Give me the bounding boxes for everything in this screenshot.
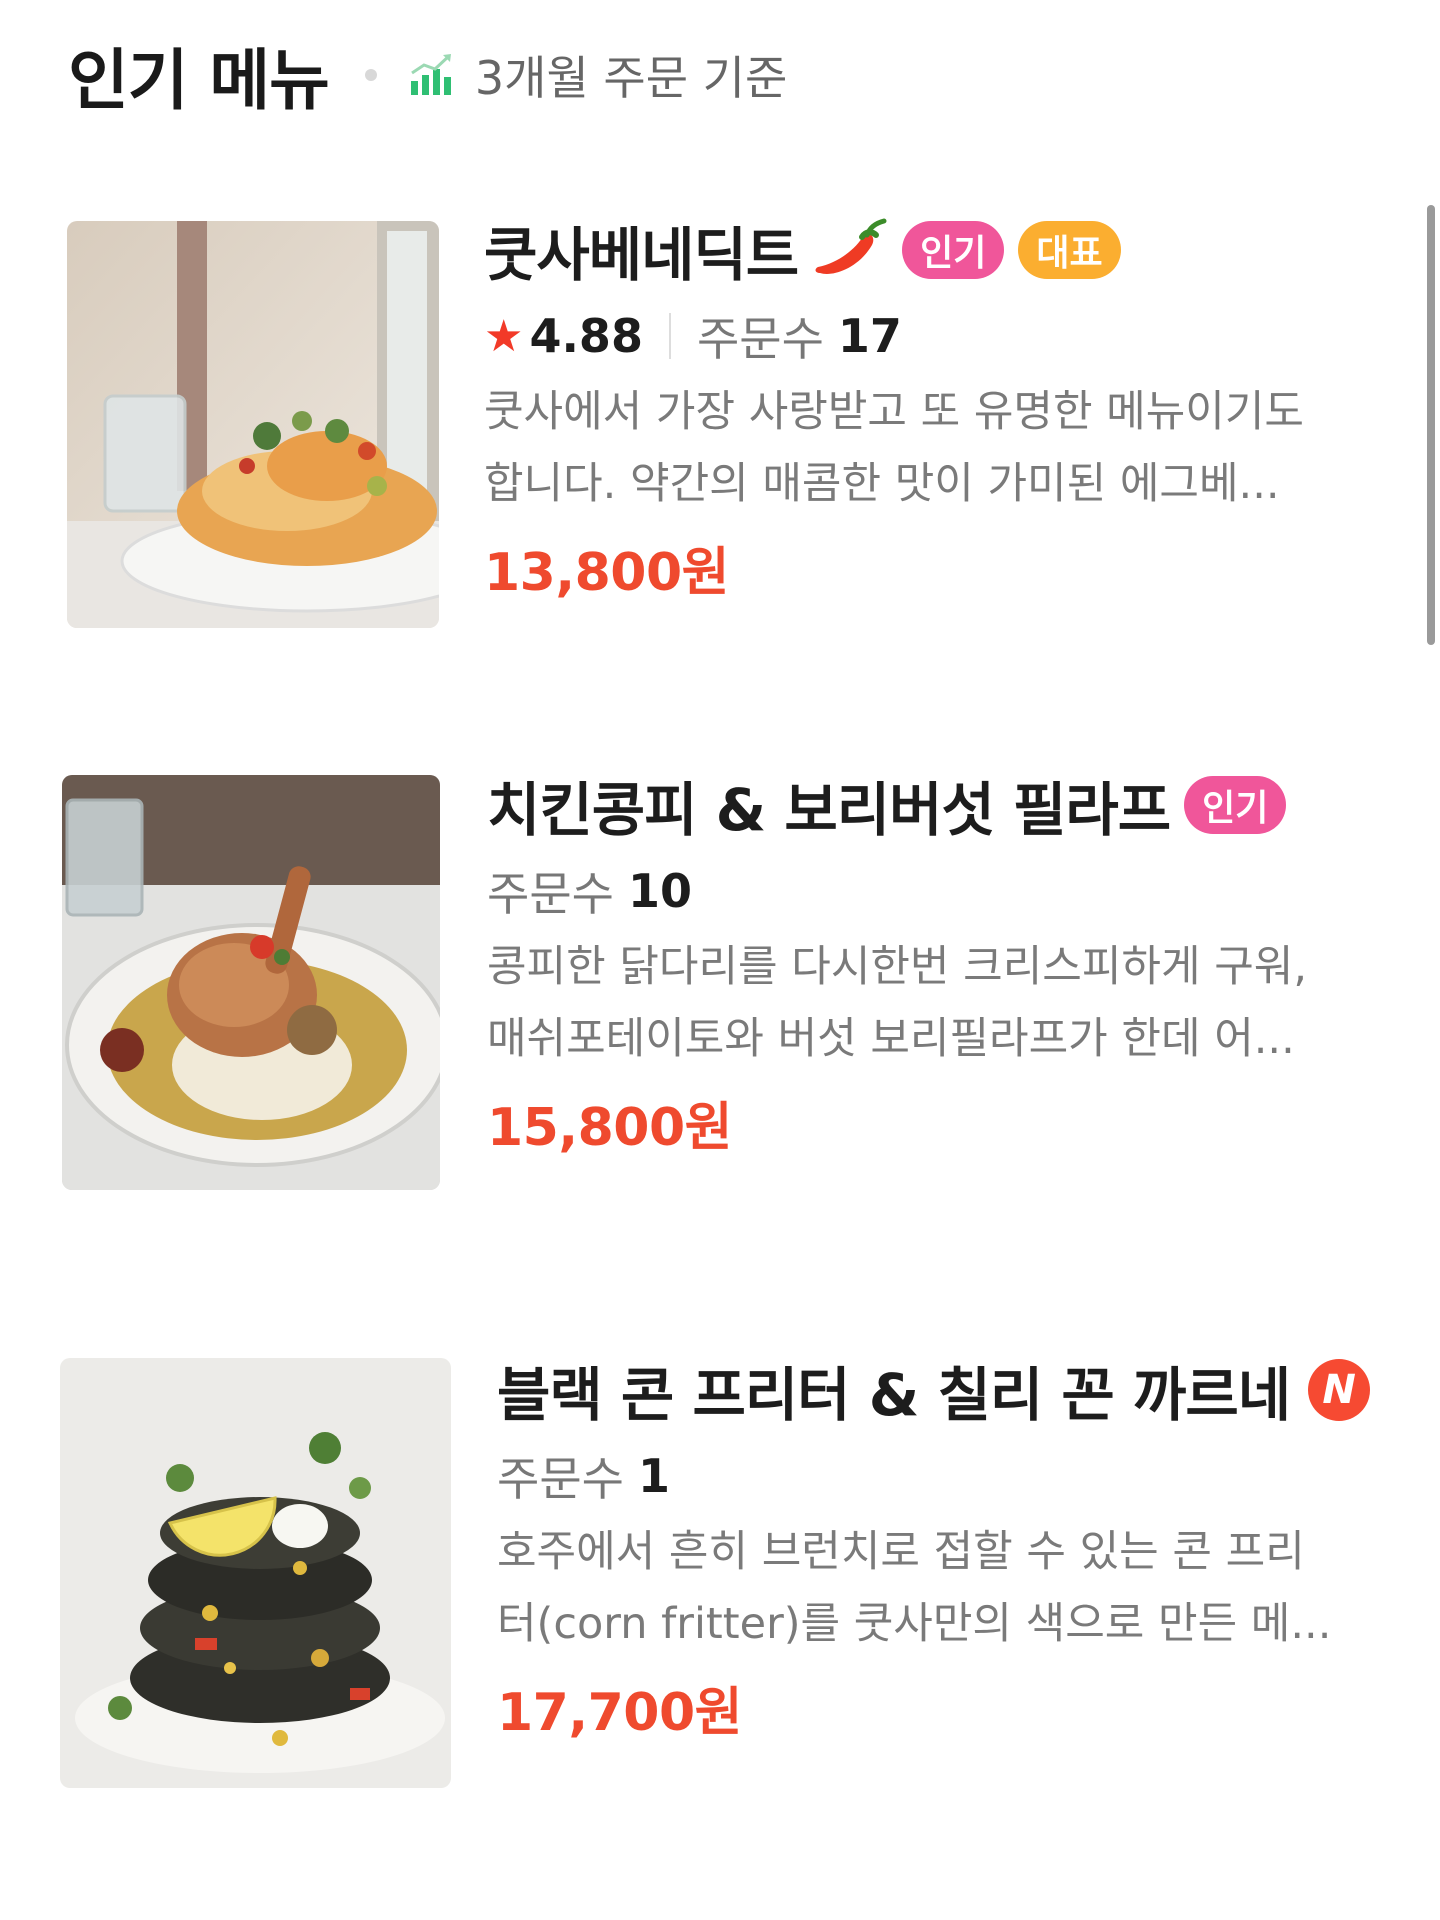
badge-popular: 인기 xyxy=(1184,776,1287,834)
menu-description: 호주에서 흔히 브런치로 접할 수 있는 콘 프리 터(corn fritter… xyxy=(497,1516,1427,1660)
star-icon: ★ xyxy=(484,310,524,362)
section-header: 인기 메뉴 3개월 주문 기준 xyxy=(68,30,787,120)
scrollbar[interactable] xyxy=(1427,205,1435,645)
description-line: 호주에서 흔히 브런치로 접할 수 있는 콘 프리 xyxy=(497,1527,1305,1577)
badge-popular: 인기 xyxy=(902,221,1005,279)
orders-count: 10 xyxy=(627,864,692,918)
rating-value: 4.88 xyxy=(529,309,643,363)
eggs-benedict-photo-icon xyxy=(67,221,439,628)
menu-description: 쿳사에서 가장 사랑받고 또 유명한 메뉴이기도 합니다. 약간의 매콤한 맛이… xyxy=(484,376,1414,520)
name-row: 치킨콩피 & 보리버섯 필라프 인기 xyxy=(487,765,1417,845)
menu-item-name: 치킨콩피 & 보리버섯 필라프 xyxy=(487,776,1171,844)
chicken-confit-photo-icon xyxy=(62,775,440,1190)
menu-price: 13,800원 xyxy=(484,543,730,603)
orders-label: 주문수 xyxy=(487,867,614,921)
menu-item-name: 블랙 콘 프리터 & 칠리 꼰 까르네 xyxy=(497,1361,1291,1429)
menu-description: 콩피한 닭다리를 다시한번 크리스피하게 구워, 매쉬포테이토와 버섯 보리필라… xyxy=(487,931,1417,1075)
description-line: 콩피한 닭다리를 다시한번 크리스피하게 구워, xyxy=(487,942,1307,992)
menu-item-info: 쿳사베네딕트 인기 대표 ★ 4.88 주문수 17 쿳사에서 가장 사랑받고 … xyxy=(484,210,1414,605)
menu-item-info: 블랙 콘 프리터 & 칠리 꼰 까르네 N 주문수 1 호주에서 흔히 브런치로… xyxy=(497,1350,1427,1745)
orders-count: 17 xyxy=(837,309,902,363)
meta-row: ★ 4.88 주문수 17 xyxy=(484,304,1414,368)
badge-signature: 대표 xyxy=(1018,221,1121,279)
description-line: 합니다. 약간의 매콤한 맛이 가미된 에그베... xyxy=(484,459,1280,509)
name-row: 쿳사베네딕트 인기 대표 xyxy=(484,210,1414,290)
bar-chart-icon xyxy=(410,54,451,95)
meta-row: 주문수 10 xyxy=(487,859,1417,923)
separator-dot xyxy=(364,69,377,81)
menu-item-info: 치킨콩피 & 보리버섯 필라프 인기 주문수 10 콩피한 닭다리를 다시한번 … xyxy=(487,765,1417,1160)
section-title: 인기 메뉴 xyxy=(68,42,330,119)
menu-item-photo xyxy=(62,775,440,1190)
description-line: 쿳사에서 가장 사랑받고 또 유명한 메뉴이기도 xyxy=(484,387,1304,437)
menu-item-photo xyxy=(67,221,439,628)
menu-price: 17,700원 xyxy=(497,1683,743,1743)
menu-item-name: 쿳사베네딕트 xyxy=(484,221,799,289)
orders-label: 주문수 xyxy=(497,1452,624,1506)
popular-menu-screen: 인기 메뉴 3개월 주문 기준 쿳사베네딕트 인기 대표 ★ 4.88 주문수 … xyxy=(0,0,1440,1920)
period-subtitle: 3개월 주문 기준 xyxy=(474,51,788,105)
meta-row: 주문수 1 xyxy=(497,1444,1427,1508)
new-badge-icon: N xyxy=(1308,1359,1371,1421)
orders-count: 1 xyxy=(637,1449,670,1503)
name-row: 블랙 콘 프리터 & 칠리 꼰 까르네 N xyxy=(497,1350,1427,1430)
chili-pepper-icon xyxy=(815,218,887,274)
description-line: 매쉬포테이토와 버섯 보리필라프가 한데 어... xyxy=(487,1014,1295,1064)
description-line: 터(corn fritter)를 쿳사만의 색으로 만든 메... xyxy=(497,1599,1332,1649)
menu-price: 15,800원 xyxy=(487,1098,733,1158)
corn-fritter-photo-icon xyxy=(60,1358,451,1788)
orders-label: 주문수 xyxy=(696,312,824,366)
menu-item-photo xyxy=(60,1358,451,1788)
meta-divider xyxy=(668,313,671,359)
